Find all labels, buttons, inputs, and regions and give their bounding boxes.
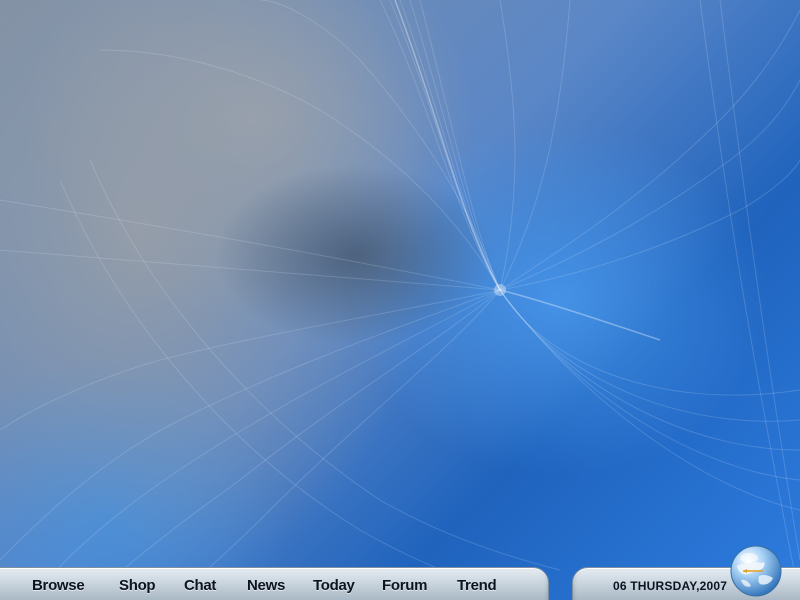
nav-shop[interactable]: Shop bbox=[119, 576, 156, 596]
globe-icon[interactable] bbox=[729, 544, 783, 598]
nav-browse[interactable]: Browse bbox=[32, 576, 85, 596]
nav-trend[interactable]: Trend bbox=[457, 576, 497, 596]
nav-today[interactable]: Today bbox=[313, 576, 355, 596]
nav-forum[interactable]: Forum bbox=[382, 576, 427, 596]
nav-chat[interactable]: Chat bbox=[184, 576, 216, 596]
desktop-background: Browse Shop Chat News Today Forum Trend … bbox=[0, 0, 800, 600]
nav-news[interactable]: News bbox=[247, 576, 285, 596]
date-display: 06 THURSDAY,2007 bbox=[613, 579, 728, 593]
wallpaper-lines bbox=[0, 0, 800, 600]
